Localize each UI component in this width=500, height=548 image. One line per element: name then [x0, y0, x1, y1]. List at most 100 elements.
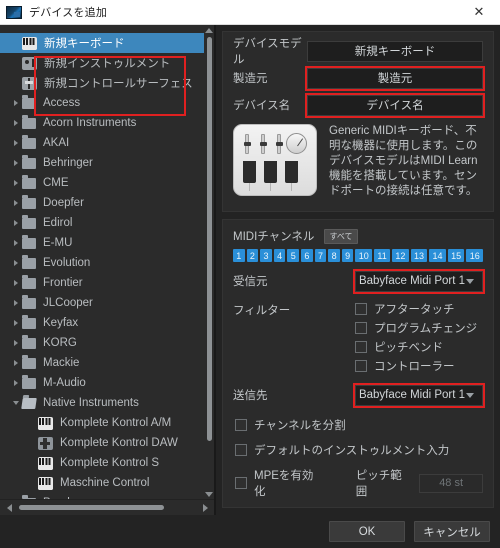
chevron-right-icon[interactable] [10, 220, 22, 226]
tree-item-komplete-kontrol-s[interactable]: Komplete Kontrol S [0, 453, 204, 473]
scroll-up-icon[interactable] [204, 25, 214, 35]
tree-vertical-scrollbar[interactable] [204, 25, 214, 499]
scroll-left-icon[interactable] [2, 503, 16, 512]
device-tree-panel: 新規キーボード 新規インストゥルメント 新規コントロールサーフェス Access… [0, 25, 216, 515]
device-tree[interactable]: 新規キーボード 新規インストゥルメント 新規コントロールサーフェス Access… [0, 25, 204, 499]
send-to-select[interactable]: Babyface Midi Port 1 [355, 384, 483, 406]
chevron-right-icon[interactable] [10, 380, 22, 386]
filter-controller[interactable]: コントローラー [355, 358, 477, 374]
scroll-down-icon[interactable] [204, 489, 214, 499]
option-enable-mpe[interactable]: MPEを有効化 [235, 467, 322, 499]
midi-channel-15[interactable]: 15 [447, 249, 465, 262]
tree-folder-access[interactable]: Access [0, 93, 204, 113]
ok-button[interactable]: OK [329, 521, 405, 542]
device-model-row: デバイスモデル 新規キーボード [233, 38, 483, 66]
chevron-right-icon[interactable] [10, 100, 22, 106]
cancel-button[interactable]: キャンセル [414, 521, 490, 542]
tree-item-new-keyboard[interactable]: 新規キーボード [0, 33, 204, 53]
tree-folder-acorn-instruments[interactable]: Acorn Instruments [0, 113, 204, 133]
tree-folder-mackie[interactable]: Mackie [0, 353, 204, 373]
midi-channel-8[interactable]: 8 [328, 249, 340, 262]
device-tree-scroll-area: 新規キーボード 新規インストゥルメント 新規コントロールサーフェス Access… [0, 25, 214, 499]
pitch-range-input[interactable]: 48 st [419, 473, 483, 493]
tree-folder-frontier[interactable]: Frontier [0, 273, 204, 293]
tree-folder-jlcooper[interactable]: JLCooper [0, 293, 204, 313]
tree-folder-evolution[interactable]: Evolution [0, 253, 204, 273]
midi-channel-13[interactable]: 13 [410, 249, 428, 262]
tree-folder-korg[interactable]: KORG [0, 333, 204, 353]
option-default-instrument-input[interactable]: デフォルトのインストゥルメント入力 [235, 442, 483, 458]
tree-folder-edirol[interactable]: Edirol [0, 213, 204, 233]
tree-folder-native-instruments[interactable]: Native Instruments [0, 393, 204, 413]
midi-channel-5[interactable]: 5 [287, 249, 300, 262]
device-name-input[interactable]: デバイス名 [307, 94, 483, 116]
chevron-right-icon[interactable] [10, 320, 22, 326]
filter-pitch-bend[interactable]: ピッチベンド [355, 339, 477, 355]
chevron-right-icon[interactable] [10, 340, 22, 346]
midi-channel-4[interactable]: 4 [273, 249, 286, 262]
receive-from-select[interactable]: Babyface Midi Port 1 [355, 270, 483, 292]
tree-item-label: 新規コントロールサーフェス [44, 78, 193, 90]
midi-channel-11[interactable]: 11 [374, 249, 391, 262]
checkbox-icon[interactable] [355, 360, 367, 372]
chevron-right-icon[interactable] [10, 300, 22, 306]
tree-folder-doepfer[interactable]: Doepfer [0, 193, 204, 213]
manufacturer-label: 製造元 [233, 73, 268, 85]
midi-channel-3[interactable]: 3 [260, 249, 272, 262]
close-icon[interactable]: ✕ [458, 0, 500, 25]
tree-folder-akai[interactable]: AKAI [0, 133, 204, 153]
tree-item-new-control-surface[interactable]: 新規コントロールサーフェス [0, 73, 204, 93]
control-surface-icon [22, 76, 37, 90]
tree-horizontal-scrollbar[interactable] [0, 499, 214, 515]
tree-folder-e-mu[interactable]: E-MU [0, 233, 204, 253]
chevron-right-icon[interactable] [10, 280, 22, 286]
midi-channel-10[interactable]: 10 [355, 249, 373, 262]
scroll-thumb[interactable] [19, 505, 164, 510]
manufacturer-input[interactable]: 製造元 [307, 67, 483, 89]
tree-folder-m-audio[interactable]: M-Audio [0, 373, 204, 393]
tree-folder-pearl[interactable]: Pearl [0, 493, 204, 499]
chevron-right-icon[interactable] [10, 200, 22, 206]
midi-channel-2[interactable]: 2 [246, 249, 259, 262]
midi-channel-7[interactable]: 7 [314, 249, 327, 262]
scroll-track[interactable] [204, 35, 214, 489]
tree-folder-label: JLCooper [43, 297, 93, 309]
chevron-right-icon[interactable] [10, 180, 22, 186]
checkbox-icon[interactable] [355, 341, 367, 353]
filter-aftertouch[interactable]: アフタータッチ [355, 301, 477, 317]
tree-item-maschine-control[interactable]: Maschine Control [0, 473, 204, 493]
chevron-right-icon[interactable] [10, 140, 22, 146]
window-title: デバイスを追加 [29, 7, 108, 19]
midi-channel-14[interactable]: 14 [429, 249, 446, 262]
checkbox-icon[interactable] [355, 303, 367, 315]
midi-channel-6[interactable]: 6 [301, 249, 313, 262]
scroll-thumb[interactable] [206, 37, 212, 441]
checkbox-icon[interactable] [235, 419, 247, 431]
tree-folder-cme[interactable]: CME [0, 173, 204, 193]
option-split-channels[interactable]: チャンネルを分割 [235, 417, 483, 433]
tree-item-komplete-kontrol-daw[interactable]: Komplete Kontrol DAW [0, 433, 204, 453]
chevron-right-icon[interactable] [10, 120, 22, 126]
midi-channel-1[interactable]: 1 [233, 249, 245, 262]
chevron-down-icon[interactable] [466, 278, 474, 284]
scroll-right-icon[interactable] [198, 503, 212, 512]
tree-item-komplete-kontrol-am[interactable]: Komplete Kontrol A/M [0, 413, 204, 433]
chevron-right-icon[interactable] [10, 360, 22, 366]
select-all-channels-button[interactable]: すべて [324, 228, 358, 244]
checkbox-icon[interactable] [355, 322, 367, 334]
checkbox-icon[interactable] [235, 444, 247, 456]
checkbox-icon[interactable] [235, 477, 247, 489]
tree-folder-keyfax[interactable]: Keyfax [0, 313, 204, 333]
chevron-right-icon[interactable] [10, 260, 22, 266]
tree-folder-behringer[interactable]: Behringer [0, 153, 204, 173]
chevron-right-icon[interactable] [10, 240, 22, 246]
midi-channel-12[interactable]: 12 [392, 249, 409, 262]
midi-channel-buttons[interactable]: 1 2 3 4 5 6 7 8 9 10 11 12 13 14 15 16 [233, 249, 484, 262]
tree-item-new-instrument[interactable]: 新規インストゥルメント [0, 53, 204, 73]
filter-program-change[interactable]: プログラムチェンジ [355, 320, 477, 336]
chevron-down-icon[interactable] [10, 401, 22, 405]
midi-channel-9[interactable]: 9 [341, 249, 354, 262]
chevron-right-icon[interactable] [10, 160, 22, 166]
chevron-down-icon[interactable] [466, 392, 474, 398]
midi-channel-16[interactable]: 16 [466, 249, 484, 262]
